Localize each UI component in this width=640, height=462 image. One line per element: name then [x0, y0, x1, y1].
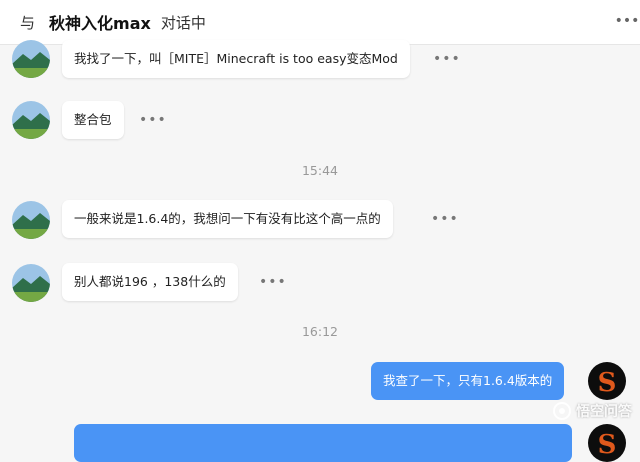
- contact-name[interactable]: 秋神入化max: [49, 10, 151, 34]
- message-bubble: 一般来说是1.6.4的，我想问一下有没有比这个高一点的: [62, 200, 393, 238]
- watermark: 悟空问答: [553, 400, 632, 422]
- message-more-icon[interactable]: •••: [433, 52, 461, 66]
- contact-avatar[interactable]: [12, 201, 50, 239]
- message-more-icon[interactable]: •••: [259, 275, 287, 289]
- contact-avatar[interactable]: [12, 40, 50, 78]
- my-avatar[interactable]: S: [588, 424, 626, 462]
- chat-header: 与 秋神入化max 对话中 •••: [0, 0, 640, 45]
- message-more-icon[interactable]: •••: [139, 113, 167, 127]
- timestamp: 15:44: [301, 163, 339, 178]
- contact-avatar[interactable]: [12, 264, 50, 302]
- wukong-logo-icon: [553, 402, 571, 420]
- message-bubble: 整合包: [62, 101, 124, 139]
- contact-avatar[interactable]: [12, 101, 50, 139]
- header-prefix: 与: [20, 13, 36, 32]
- message-bubble: 别人都说196 ，138什么的: [62, 263, 238, 301]
- timestamp: 16:12: [301, 324, 339, 339]
- header-suffix: 对话中: [160, 13, 206, 32]
- my-message-bubble: 我查了一下，只有1.6.4版本的: [371, 362, 565, 400]
- watermark-text: 悟空问答: [576, 404, 632, 420]
- my-message-bubble: [74, 424, 572, 462]
- more-dots-icon[interactable]: •••: [614, 8, 640, 34]
- message-more-icon[interactable]: •••: [431, 212, 459, 226]
- message-bubble: 我找了一下，叫［MITE］Minecraft is too easy变态Mod: [62, 40, 410, 78]
- my-avatar[interactable]: S: [588, 362, 626, 400]
- svg-text:S: S: [598, 368, 617, 398]
